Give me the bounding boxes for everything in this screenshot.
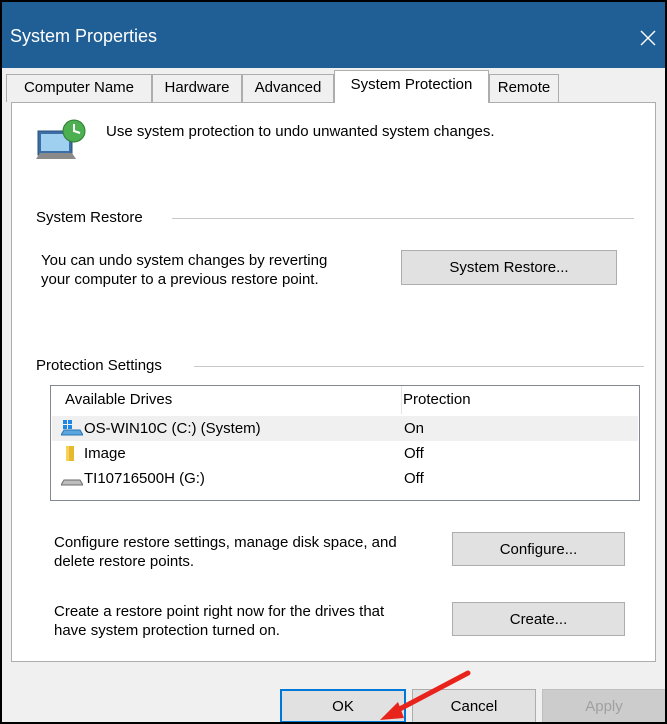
- drive-name: Image: [84, 445, 126, 462]
- group-divider: [172, 218, 634, 219]
- system-restore-description: You can undo system changes by reverting…: [41, 252, 328, 288]
- system-restore-group-title: System Restore: [36, 209, 151, 226]
- ok-button[interactable]: OK: [280, 689, 406, 722]
- folder-icon: [66, 446, 74, 461]
- tab-computer-name[interactable]: Computer Name: [6, 74, 152, 102]
- column-separator[interactable]: [401, 386, 402, 414]
- system-protection-icon: [36, 119, 86, 159]
- drives-list-header: Available Drives Protection: [51, 386, 639, 414]
- drive-protection-status: On: [404, 420, 425, 437]
- intro-text: Use system protection to undo unwanted s…: [106, 123, 495, 140]
- system-protection-panel: Use system protection to undo unwanted s…: [11, 102, 656, 662]
- drive-protection-status: Off: [404, 470, 424, 487]
- protection-settings-group-title: Protection Settings: [36, 357, 170, 374]
- close-button[interactable]: [631, 20, 665, 56]
- apply-button[interactable]: Apply: [542, 689, 665, 722]
- title-bar[interactable]: System Properties: [2, 2, 665, 68]
- group-divider: [194, 366, 644, 367]
- drive-protection-status: Off: [404, 445, 424, 462]
- system-drive-icon: [61, 420, 83, 436]
- available-drives-list[interactable]: Available Drives Protection OS-WIN10C (C…: [50, 385, 640, 501]
- system-restore-button[interactable]: System Restore...: [401, 250, 617, 285]
- create-description: Create a restore point right now for the…: [54, 603, 385, 639]
- tab-advanced[interactable]: Advanced: [242, 74, 334, 102]
- window-title: System Properties: [10, 26, 158, 46]
- drive-icon: [61, 479, 83, 486]
- system-properties-window: System Properties Computer Name Hardware…: [0, 0, 667, 724]
- tab-system-protection[interactable]: System Protection: [334, 70, 489, 103]
- dialog-footer: OK Cancel Apply: [2, 662, 665, 722]
- column-header-protection[interactable]: Protection: [403, 391, 471, 408]
- cancel-button[interactable]: Cancel: [412, 689, 536, 722]
- drive-row-c[interactable]: OS-WIN10C (C:) (System) On: [52, 416, 638, 441]
- configure-button[interactable]: Configure...: [452, 532, 625, 566]
- drive-row-g[interactable]: TI10716500H (G:) Off: [52, 466, 638, 491]
- tab-hardware[interactable]: Hardware: [152, 74, 242, 102]
- column-header-available-drives[interactable]: Available Drives: [65, 391, 172, 408]
- tab-strip: Computer Name Hardware Advanced System P…: [2, 68, 665, 103]
- tab-remote[interactable]: Remote: [489, 74, 559, 102]
- drive-name: TI10716500H (G:): [84, 470, 205, 487]
- configure-description: Configure restore settings, manage disk …: [54, 534, 397, 570]
- drive-row-image[interactable]: Image Off: [52, 441, 638, 466]
- drive-name: OS-WIN10C (C:) (System): [84, 420, 261, 437]
- close-icon: [640, 30, 656, 46]
- create-button[interactable]: Create...: [452, 602, 625, 636]
